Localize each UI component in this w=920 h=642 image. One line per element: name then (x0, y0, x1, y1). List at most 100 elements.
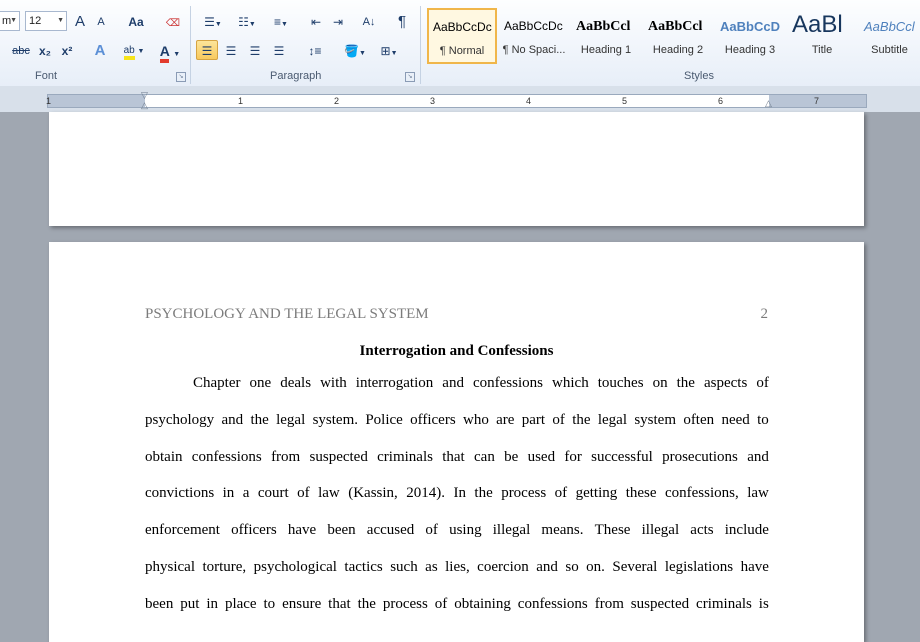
style-no-spacing[interactable]: AaBbCcDc ¶ No Spaci... (499, 8, 569, 64)
document-heading: Interrogation and Confessions (359, 343, 554, 359)
paragraph-dialog-launcher-icon[interactable]: ↘ (405, 72, 415, 82)
style-title[interactable]: AaBl Title (787, 8, 857, 64)
increase-indent-button[interactable]: ⇥ (328, 11, 348, 31)
chevron-down-icon: ▼ (137, 48, 145, 55)
font-color-button[interactable]: A ▼ (155, 40, 185, 63)
highlight-button[interactable]: ab ▼ (118, 40, 150, 60)
font-name-combo[interactable]: m ▼ (0, 11, 20, 31)
sort-icon: A↓ (362, 16, 376, 28)
paint-bucket-icon: 🪣 (344, 44, 359, 58)
grow-font-button[interactable]: A (70, 11, 90, 31)
style-subtitle[interactable]: AaBbCcl Subtitle (859, 8, 920, 64)
ruler-number: 5 (622, 96, 628, 106)
clear-formatting-icon: ⌫ (165, 18, 181, 29)
align-left-button[interactable]: ☰ (196, 40, 218, 60)
text-effects-label: A (94, 42, 106, 59)
font-group-label: Font (35, 70, 58, 82)
right-indent-marker-icon[interactable]: △ (765, 99, 772, 108)
group-divider (420, 6, 421, 84)
ribbon: m ▼ 12 ▼ A A Aa ⌫ abc x₂ x² A ab ▼ A ▼ F… (0, 0, 920, 87)
page-number: 2 (760, 306, 769, 322)
align-right-button[interactable]: ☰ (244, 40, 266, 60)
text-line: physical torture, psychological tactics such… (145, 558, 769, 575)
shrink-font-button[interactable]: A (92, 11, 110, 31)
line-spacing-button[interactable]: ↕≡ (300, 40, 330, 60)
font-dialog-launcher-icon[interactable]: ↘ (176, 72, 186, 82)
ruler-number: 4 (526, 96, 532, 106)
style-heading-2[interactable]: AaBbCcl Heading 2 (643, 8, 713, 64)
line-spacing-icon: ↕≡ (308, 44, 322, 58)
align-right-icon: ☰ (249, 44, 261, 58)
shading-button[interactable]: 🪣▼ (340, 40, 370, 60)
style-name: ¶ Normal (439, 45, 485, 57)
document-area[interactable]: PSYCHOLOGY AND THE LEGAL SYSTEM 2 Interr… (0, 112, 920, 642)
text-line: obtain confessions from suspected criminals t… (145, 448, 769, 465)
chevron-down-icon: ▼ (359, 50, 366, 57)
page-1[interactable] (49, 112, 864, 226)
numbered-list-icon: ☷ (238, 15, 249, 29)
text-line: Chapter one deals with interrogation and confe… (193, 375, 769, 391)
ruler-number: 7 (814, 96, 820, 106)
subscript-button[interactable]: x₂ (35, 40, 55, 60)
style-preview: AaBbCcl (648, 19, 703, 34)
multilevel-list-button[interactable]: ≡▼ (266, 11, 296, 31)
horizontal-ruler[interactable]: 1 1 2 3 4 5 6 7 ▽ △ △ (46, 91, 867, 110)
superscript-button[interactable]: x² (57, 40, 77, 60)
increase-indent-icon: ⇥ (332, 15, 344, 29)
text-line: convictions in a court of law (Kassin, 2014). In… (145, 485, 769, 502)
subscript-label: x₂ (38, 44, 51, 58)
text-line: enforcement officers have been accused of usin… (145, 522, 769, 539)
change-case-button[interactable]: Aa (122, 11, 150, 31)
align-center-button[interactable]: ☰ (220, 40, 242, 60)
paragraph-group-label: Paragraph (270, 70, 322, 82)
show-marks-button[interactable]: ¶ (392, 11, 412, 31)
body-paragraph: Chapter one deals with interrogation and confe… (145, 374, 769, 632)
font-color-label: A (159, 43, 170, 63)
justify-icon: ☰ (273, 44, 285, 58)
ruler-number: 1 (238, 96, 244, 106)
chevron-down-icon: ▼ (248, 21, 256, 28)
chevron-down-icon: ▼ (10, 17, 17, 24)
bullets-button[interactable]: ☰▼ (198, 11, 228, 31)
strikethrough-label: abc (12, 45, 30, 57)
font-size-combo[interactable]: 12 ▼ (25, 11, 67, 31)
strikethrough-button[interactable]: abc (8, 40, 34, 60)
chevron-down-icon: ▼ (173, 51, 181, 58)
style-preview: AaBbCcl (576, 19, 631, 34)
borders-button[interactable]: ⊞▼ (374, 40, 404, 60)
styles-group-label: Styles (684, 70, 714, 82)
ruler-number: 2 (334, 96, 340, 106)
hanging-indent-marker-icon[interactable]: △ (141, 101, 148, 110)
align-center-icon: ☰ (225, 44, 237, 58)
border-icon: ⊞ (380, 44, 391, 58)
style-preview: AaBbCcD (720, 19, 780, 34)
align-left-icon: ☰ (201, 44, 213, 58)
decrease-indent-button[interactable]: ⇤ (306, 11, 326, 31)
page-2[interactable]: PSYCHOLOGY AND THE LEGAL SYSTEM 2 Interr… (49, 242, 864, 642)
style-name: Heading 1 (580, 44, 632, 56)
font-size-value: 12 (29, 15, 42, 27)
pilcrow-icon: ¶ (397, 13, 407, 30)
superscript-label: x² (61, 44, 73, 58)
grow-font-label: A (74, 13, 85, 30)
text-line: psychology and the legal system. Police office… (145, 411, 769, 428)
multilevel-list-icon: ≡ (274, 15, 282, 29)
chevron-down-icon: ▼ (281, 21, 288, 28)
text-effects-button[interactable]: A (88, 40, 112, 60)
numbering-button[interactable]: ☷▼ (232, 11, 262, 31)
bullet-list-icon: ☰ (204, 15, 215, 29)
clear-formatting-button[interactable]: ⌫ (163, 11, 183, 31)
first-line-indent-marker-icon[interactable]: ▽ (141, 91, 148, 100)
style-preview: AaBl (792, 11, 843, 38)
sort-button[interactable]: A↓ (358, 11, 380, 31)
highlight-label: ab (123, 45, 135, 60)
style-heading-3[interactable]: AaBbCcD Heading 3 (715, 8, 785, 64)
justify-button[interactable]: ☰ (268, 40, 290, 60)
style-preview: AaBbCcDc (433, 20, 492, 34)
style-heading-1[interactable]: AaBbCcl Heading 1 (571, 8, 641, 64)
ruler-left-margin (48, 95, 145, 107)
style-preview: AaBbCcDc (504, 19, 563, 33)
ruler-number: 6 (718, 96, 724, 106)
style-name: Subtitle (871, 44, 908, 56)
style-normal[interactable]: AaBbCcDc ¶ Normal (427, 8, 497, 64)
